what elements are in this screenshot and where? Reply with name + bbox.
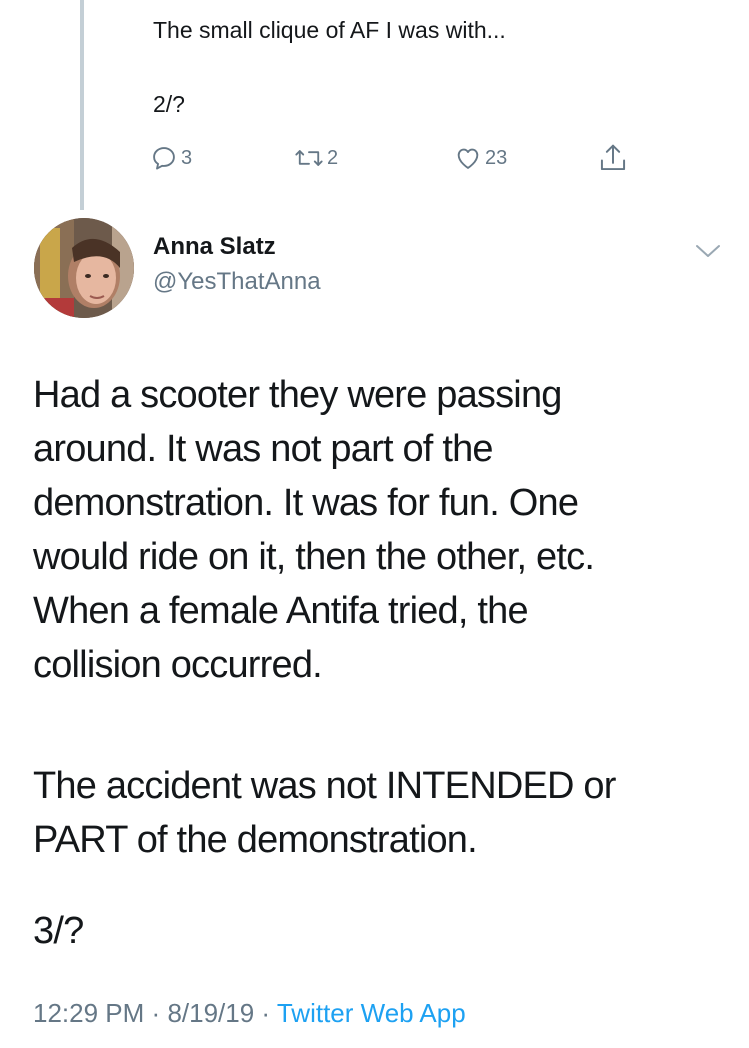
previous-tweet-actions: 3 2 23 (150, 140, 640, 176)
tweet-metadata: 12:29 PM · 8/19/19 · Twitter Web App (33, 998, 466, 1029)
tweet-paragraph-1: Had a scooter they were passing around. … (33, 368, 723, 692)
like-button[interactable]: 23 (454, 140, 507, 176)
chevron-down-icon[interactable] (694, 242, 722, 260)
tweet-time[interactable]: 12:29 PM (33, 998, 144, 1028)
thread-connector-line (80, 0, 84, 210)
reply-count: 3 (181, 146, 193, 169)
retweet-button[interactable]: 2 (294, 140, 338, 176)
tweet-line: When a female Antifa tried, the (33, 590, 529, 632)
previous-tweet-text: The small clique of AF I was with... (153, 17, 506, 43)
tweet-paragraph-2: The accident was not INTENDED or PART of… (33, 759, 723, 867)
retweet-count: 2 (327, 146, 339, 169)
author-name[interactable]: Anna Slatz (153, 233, 276, 261)
tweet-line: would ride on it, then the other, etc. (33, 536, 595, 578)
like-icon (457, 148, 479, 169)
tweet-line: collision occurred. (33, 644, 323, 686)
tweet-paragraph-3: 3/? (33, 910, 84, 952)
tweet-line: PART of the demonstration. (33, 819, 478, 861)
retweet-icon (295, 150, 323, 166)
tweet-source-link[interactable]: Twitter Web App (277, 998, 466, 1028)
like-count: 23 (485, 146, 508, 169)
meta-separator: · (261, 998, 271, 1028)
tweet-line: The accident was not INTENDED or (33, 765, 616, 807)
share-icon (600, 144, 626, 171)
reply-button[interactable]: 3 (150, 140, 192, 176)
tweet-line: Had a scooter they were passing (33, 374, 562, 416)
tweet-date[interactable]: 8/19/19 (167, 998, 254, 1028)
reply-icon (153, 147, 175, 170)
share-button[interactable] (598, 140, 628, 176)
meta-separator: · (151, 998, 161, 1028)
tweet-line: demonstration. It was for fun. One (33, 482, 579, 524)
tweet-line: around. It was not part of the (33, 428, 494, 470)
avatar-photo (34, 218, 134, 318)
previous-tweet-thread-count: 2/? (153, 91, 185, 117)
author-handle[interactable]: @YesThatAnna (153, 268, 321, 296)
avatar[interactable] (34, 218, 134, 318)
